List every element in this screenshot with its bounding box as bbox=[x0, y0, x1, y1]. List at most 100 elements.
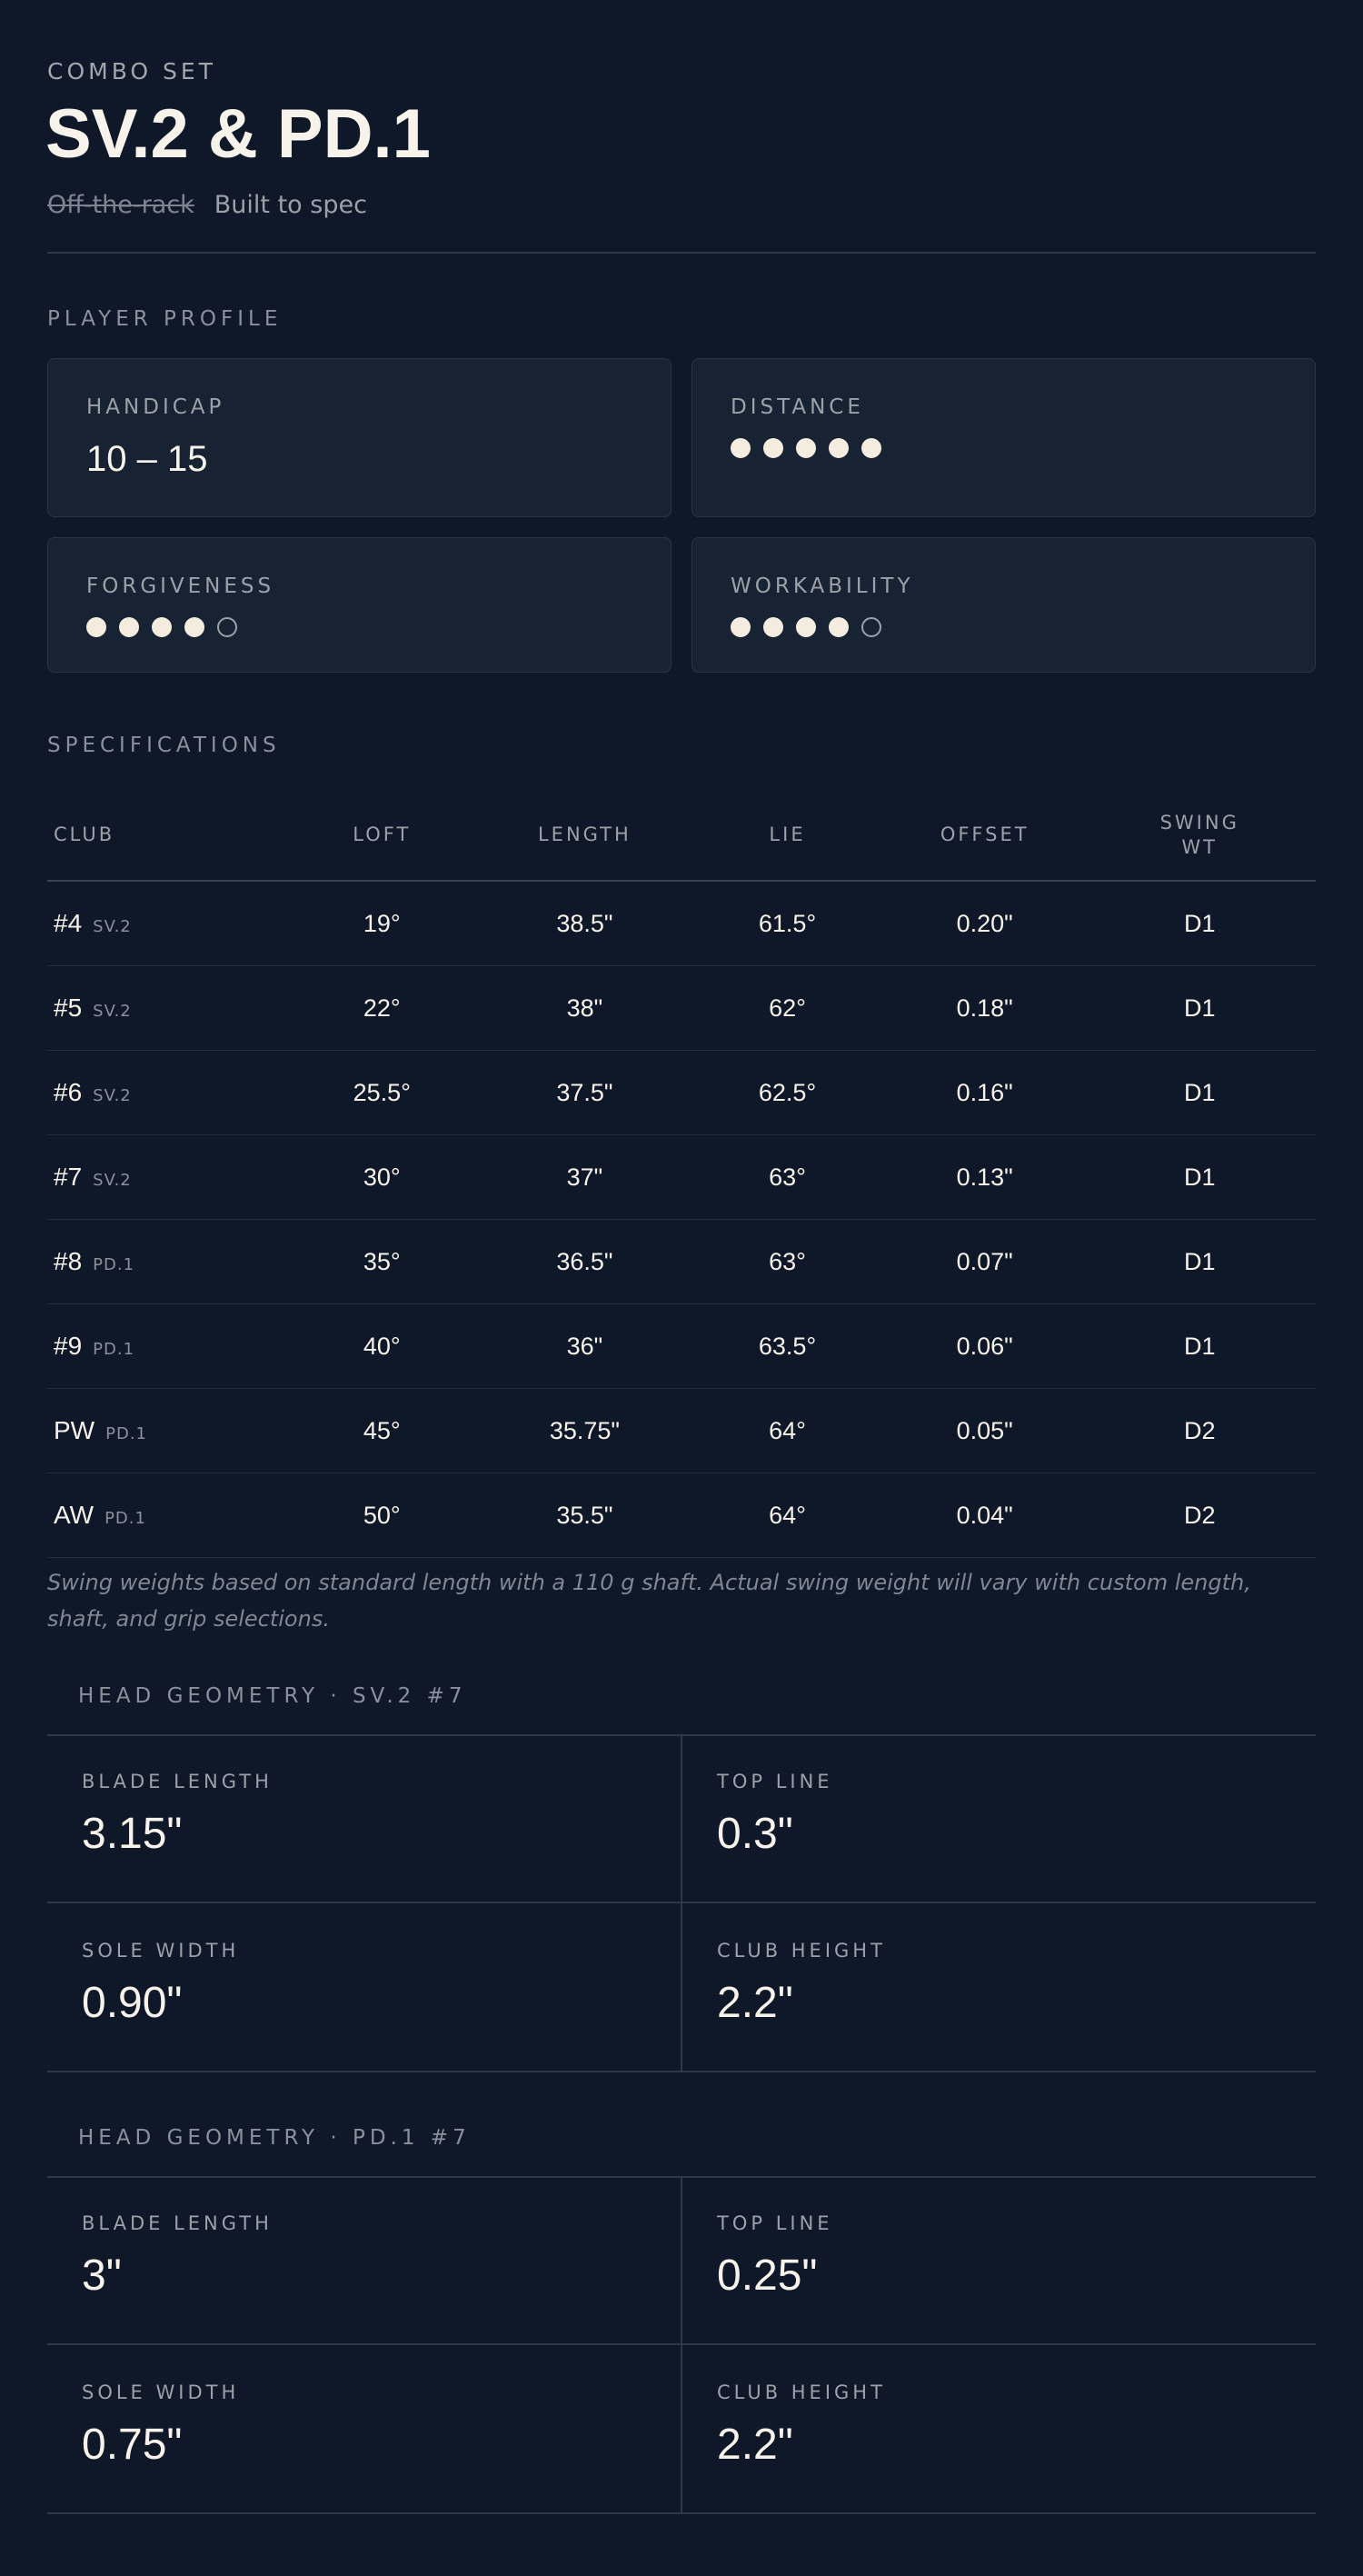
workability-rating bbox=[731, 617, 881, 637]
cell-lie: 63° bbox=[689, 1219, 886, 1304]
specifications-body: #4 SV.2 19° 38.5" 61.5° 0.20" D1 #5 SV.2 22° 38" 62… bbox=[47, 881, 1316, 1558]
geometry-value: 3" bbox=[82, 2252, 122, 2300]
geometry-grid-sv2: BLADE LENGTH 3.15" TOP LINE 0.3" SOLE WI… bbox=[47, 1734, 1316, 2072]
filled-dot-icon bbox=[731, 438, 751, 458]
geometry-label: CLUB HEIGHT bbox=[717, 1940, 886, 1962]
geometry-cell-sole-width: SOLE WIDTH 0.75" bbox=[47, 2345, 681, 2512]
handicap-value: 10 – 15 bbox=[86, 439, 208, 479]
cell-offset: 0.06" bbox=[885, 1303, 1084, 1389]
cell-lie: 63° bbox=[689, 1134, 886, 1220]
filled-dot-icon bbox=[731, 617, 751, 637]
geometry-value: 3.15" bbox=[82, 1810, 183, 1858]
cell-club: #6 SV.2 bbox=[47, 1050, 284, 1135]
table-header-row: CLUB LOFT LENGTH LIE OFFSET SWING WT bbox=[47, 791, 1316, 882]
club-number: #8 bbox=[54, 1247, 83, 1275]
distance-label: DISTANCE bbox=[731, 395, 864, 419]
table-row: #8 PD.1 35° 36.5" 63° 0.07" D1 bbox=[47, 1219, 1316, 1304]
forgiveness-card: FORGIVENESS bbox=[47, 537, 672, 673]
cell-swing-weight: D2 bbox=[1083, 1388, 1316, 1473]
geometry-label: TOP LINE bbox=[717, 1771, 833, 1792]
cell-lie: 61.5° bbox=[689, 881, 886, 966]
forgiveness-rating bbox=[86, 617, 237, 637]
table-row: #4 SV.2 19° 38.5" 61.5° 0.20" D1 bbox=[47, 881, 1316, 966]
cell-swing-weight: D1 bbox=[1083, 1219, 1316, 1304]
table-row: #9 PD.1 40° 36" 63.5° 0.06" D1 bbox=[47, 1303, 1316, 1389]
table-row: PW PD.1 45° 35.75" 64° 0.05" D2 bbox=[47, 1388, 1316, 1473]
subtitle-text: Built to spec bbox=[214, 191, 367, 219]
empty-dot-icon bbox=[861, 617, 881, 637]
cell-club: PW PD.1 bbox=[47, 1388, 284, 1473]
header-divider bbox=[47, 252, 1316, 254]
cell-offset: 0.16" bbox=[885, 1050, 1084, 1135]
cell-loft: 22° bbox=[283, 965, 481, 1051]
cell-length: 38.5" bbox=[480, 881, 690, 966]
filled-dot-icon bbox=[86, 617, 106, 637]
cell-club: #8 PD.1 bbox=[47, 1219, 284, 1304]
section-label-player-profile: PLAYER PROFILE bbox=[47, 307, 283, 331]
geometry-value: 2.2" bbox=[717, 2421, 793, 2469]
col-offset: OFFSET bbox=[885, 791, 1084, 882]
club-number: #9 bbox=[54, 1332, 83, 1360]
geometry-label: BLADE LENGTH bbox=[82, 2212, 273, 2234]
geometry-label: TOP LINE bbox=[717, 2212, 833, 2234]
club-model: PD.1 bbox=[104, 1509, 146, 1528]
specifications-table: CLUB LOFT LENGTH LIE OFFSET SWING WT #4 SV… bbox=[47, 791, 1316, 1558]
cell-length: 35.5" bbox=[480, 1473, 690, 1558]
club-number: AW bbox=[54, 1501, 95, 1529]
cell-offset: 0.20" bbox=[885, 881, 1084, 966]
geometry-label: SOLE WIDTH bbox=[82, 2381, 240, 2403]
cell-swing-weight: D1 bbox=[1083, 1303, 1316, 1389]
forgiveness-label: FORGIVENESS bbox=[86, 574, 275, 598]
geometry-cell-top-line: TOP LINE 0.25" bbox=[682, 2176, 1316, 2343]
cell-club: #7 SV.2 bbox=[47, 1134, 284, 1220]
geometry-cell-blade-length: BLADE LENGTH 3" bbox=[47, 2176, 681, 2343]
subtitle-row: Off-the-rack Built to spec bbox=[47, 191, 367, 219]
table-row: AW PD.1 50° 35.5" 64° 0.04" D2 bbox=[47, 1473, 1316, 1558]
col-lie: LIE bbox=[689, 791, 886, 882]
club-number: #6 bbox=[54, 1078, 83, 1106]
club-model: PD.1 bbox=[105, 1424, 147, 1443]
handicap-card: HANDICAP 10 – 15 bbox=[47, 358, 672, 517]
cell-length: 37" bbox=[480, 1134, 690, 1220]
filled-dot-icon bbox=[796, 438, 816, 458]
filled-dot-icon bbox=[763, 438, 783, 458]
section-label-geometry-sv2: HEAD GEOMETRY · SV.2 #7 bbox=[78, 1684, 467, 1708]
cell-loft: 25.5° bbox=[283, 1050, 481, 1135]
geometry-label: SOLE WIDTH bbox=[82, 1940, 240, 1962]
cell-lie: 62° bbox=[689, 965, 886, 1051]
cell-lie: 64° bbox=[689, 1388, 886, 1473]
filled-dot-icon bbox=[184, 617, 204, 637]
cell-length: 38" bbox=[480, 965, 690, 1051]
cell-club: #4 SV.2 bbox=[47, 881, 284, 966]
section-label-specifications: SPECIFICATIONS bbox=[47, 734, 281, 757]
cell-club: #5 SV.2 bbox=[47, 965, 284, 1051]
cell-loft: 30° bbox=[283, 1134, 481, 1220]
cell-swing-weight: D1 bbox=[1083, 965, 1316, 1051]
geometry-value: 0.25" bbox=[717, 2252, 818, 2300]
club-model: PD.1 bbox=[93, 1255, 135, 1274]
geometry-label: BLADE LENGTH bbox=[82, 1771, 273, 1792]
cell-club: #9 PD.1 bbox=[47, 1303, 284, 1389]
geometry-cell-club-height: CLUB HEIGHT 2.2" bbox=[682, 2345, 1316, 2512]
strikethrough-text: Off-the-rack bbox=[47, 191, 194, 219]
geometry-cell-top-line: TOP LINE 0.3" bbox=[682, 1734, 1316, 1902]
cell-length: 37.5" bbox=[480, 1050, 690, 1135]
cell-lie: 63.5° bbox=[689, 1303, 886, 1389]
cell-loft: 45° bbox=[283, 1388, 481, 1473]
geometry-cell-blade-length: BLADE LENGTH 3.15" bbox=[47, 1734, 681, 1902]
cell-club: AW PD.1 bbox=[47, 1473, 284, 1558]
table-row: #6 SV.2 25.5° 37.5" 62.5° 0.16" D1 bbox=[47, 1050, 1316, 1135]
filled-dot-icon bbox=[152, 617, 172, 637]
filled-dot-icon bbox=[763, 617, 783, 637]
club-number: #7 bbox=[54, 1163, 83, 1191]
geometry-value: 0.75" bbox=[82, 2421, 183, 2469]
club-number: #5 bbox=[54, 993, 83, 1022]
page-title: SV.2 & PD.1 bbox=[45, 95, 431, 173]
cell-swing-weight: D1 bbox=[1083, 1134, 1316, 1220]
cell-length: 36.5" bbox=[480, 1219, 690, 1304]
cell-offset: 0.04" bbox=[885, 1473, 1084, 1558]
filled-dot-icon bbox=[829, 617, 849, 637]
cell-loft: 19° bbox=[283, 881, 481, 966]
cell-loft: 40° bbox=[283, 1303, 481, 1389]
filled-dot-icon bbox=[861, 438, 881, 458]
